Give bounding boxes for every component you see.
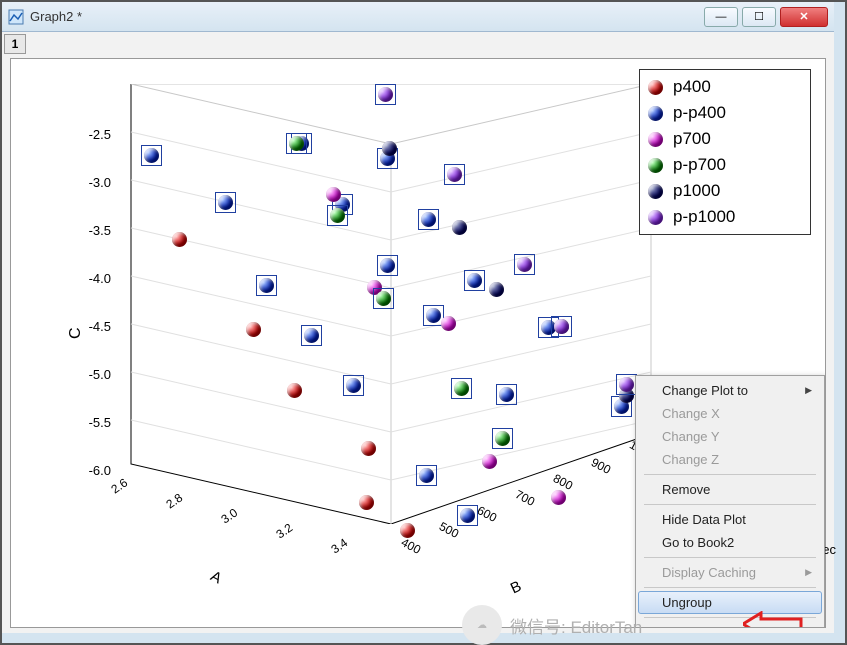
data-point[interactable]: [554, 319, 569, 334]
data-point[interactable]: [447, 167, 462, 182]
data-point[interactable]: [218, 195, 233, 210]
data-point[interactable]: [246, 322, 261, 337]
a-tick: 2.6: [108, 475, 130, 496]
ctx-change-plot-to[interactable]: Change Plot to▶: [638, 379, 822, 402]
maximize-button[interactable]: ☐: [742, 7, 776, 27]
graph-window: Graph2 * — ☐ ✕ 1: [2, 2, 834, 633]
legend-label: p700: [673, 129, 711, 149]
titlebar[interactable]: Graph2 * — ☐ ✕: [2, 2, 834, 32]
data-point[interactable]: [495, 431, 510, 446]
data-point[interactable]: [482, 454, 497, 469]
legend-label: p1000: [673, 181, 720, 201]
b-tick: 400: [399, 535, 423, 557]
legend-swatch-icon: [648, 158, 663, 173]
data-point[interactable]: [489, 282, 504, 297]
ctx-separator: [644, 557, 816, 558]
wechat-icon: ☁: [462, 605, 502, 645]
ctx-display-caching: Display Caching▶: [638, 561, 822, 584]
data-point[interactable]: [426, 308, 441, 323]
a-tick: 3.0: [218, 505, 240, 526]
submenu-arrow-icon: ▶: [805, 567, 812, 578]
ctx-separator: [644, 504, 816, 505]
data-point[interactable]: [441, 316, 456, 331]
a-tick: 2.8: [163, 490, 185, 511]
data-point[interactable]: [346, 378, 361, 393]
ctx-separator: [644, 474, 816, 475]
legend-row[interactable]: p-p1000: [648, 204, 802, 230]
close-button[interactable]: ✕: [780, 7, 828, 27]
context-menu: Change Plot to▶ Change X Change Y Change…: [635, 375, 825, 628]
window-title: Graph2 *: [30, 9, 704, 24]
ctx-go-to-book[interactable]: Go to Book2: [638, 531, 822, 554]
data-point[interactable]: [259, 278, 274, 293]
legend-swatch-icon: [648, 184, 663, 199]
a-tick: 3.2: [273, 520, 295, 541]
data-point[interactable]: [378, 87, 393, 102]
axis-label-a: A: [208, 568, 225, 588]
data-point[interactable]: [326, 187, 341, 202]
a-tick: 3.4: [328, 535, 350, 556]
data-point[interactable]: [287, 383, 302, 398]
c-tick: -3.5: [81, 223, 111, 238]
ctx-change-x: Change X: [638, 402, 822, 425]
data-point[interactable]: [359, 495, 374, 510]
data-point[interactable]: [452, 220, 467, 235]
ctx-separator: [644, 587, 816, 588]
ctx-hide-data-plot[interactable]: Hide Data Plot: [638, 508, 822, 531]
legend-label: p-p400: [673, 103, 726, 123]
data-point[interactable]: [361, 441, 376, 456]
watermark-text: 微信号: EditorTan: [510, 613, 642, 638]
data-point[interactable]: [517, 257, 532, 272]
b-tick: 900: [589, 455, 613, 477]
c-tick: -5.5: [81, 415, 111, 430]
legend-swatch-icon: [648, 210, 663, 225]
minimize-button[interactable]: —: [704, 7, 738, 27]
data-point[interactable]: [172, 232, 187, 247]
c-tick: -5.0: [81, 367, 111, 382]
legend-label: p400: [673, 77, 711, 97]
annotation-arrow-icon: [743, 611, 803, 628]
data-point[interactable]: [551, 490, 566, 505]
content-area: 1 C -2.5-3.0-3.5-4.0-4.5-5: [2, 32, 834, 633]
legend-swatch-icon: [648, 132, 663, 147]
legend-label: p-p1000: [673, 207, 735, 227]
legend-label: p-p700: [673, 155, 726, 175]
data-point[interactable]: [454, 381, 469, 396]
c-tick: -4.5: [81, 319, 111, 334]
legend-row[interactable]: p400: [648, 74, 802, 100]
data-point[interactable]: [376, 291, 391, 306]
b-tick: 700: [513, 487, 537, 509]
ctx-remove[interactable]: Remove: [638, 478, 822, 501]
legend-row[interactable]: p700: [648, 126, 802, 152]
legend-row[interactable]: p-p700: [648, 152, 802, 178]
legend[interactable]: p400 p-p400 p700 p-p700 p1000 p-p1000: [639, 69, 811, 235]
c-tick: -3.0: [81, 175, 111, 190]
c-tick: -6.0: [81, 463, 111, 478]
ctx-change-z: Change Z: [638, 448, 822, 471]
legend-row[interactable]: p-p400: [648, 100, 802, 126]
axis-label-b: B: [508, 578, 524, 598]
c-tick: -2.5: [81, 127, 111, 142]
wechat-watermark: ☁ 微信号: EditorTan: [462, 605, 642, 645]
b-tick: 600: [475, 503, 499, 525]
ctx-change-y: Change Y: [638, 425, 822, 448]
legend-swatch-icon: [648, 80, 663, 95]
data-point[interactable]: [467, 273, 482, 288]
data-point[interactable]: [619, 377, 634, 392]
c-tick: -4.0: [81, 271, 111, 286]
layer-tab-1[interactable]: 1: [4, 34, 26, 54]
data-point[interactable]: [382, 141, 397, 156]
plot-area[interactable]: C -2.5-3.0-3.5-4.0-4.5-5.0-5.5-6.0 2.62.…: [10, 58, 826, 628]
data-point[interactable]: [380, 258, 395, 273]
submenu-arrow-icon: ▶: [805, 385, 812, 396]
data-point[interactable]: [400, 523, 415, 538]
legend-row[interactable]: p1000: [648, 178, 802, 204]
b-tick: 800: [551, 471, 575, 493]
legend-swatch-icon: [648, 106, 663, 121]
app-icon: [8, 9, 24, 25]
